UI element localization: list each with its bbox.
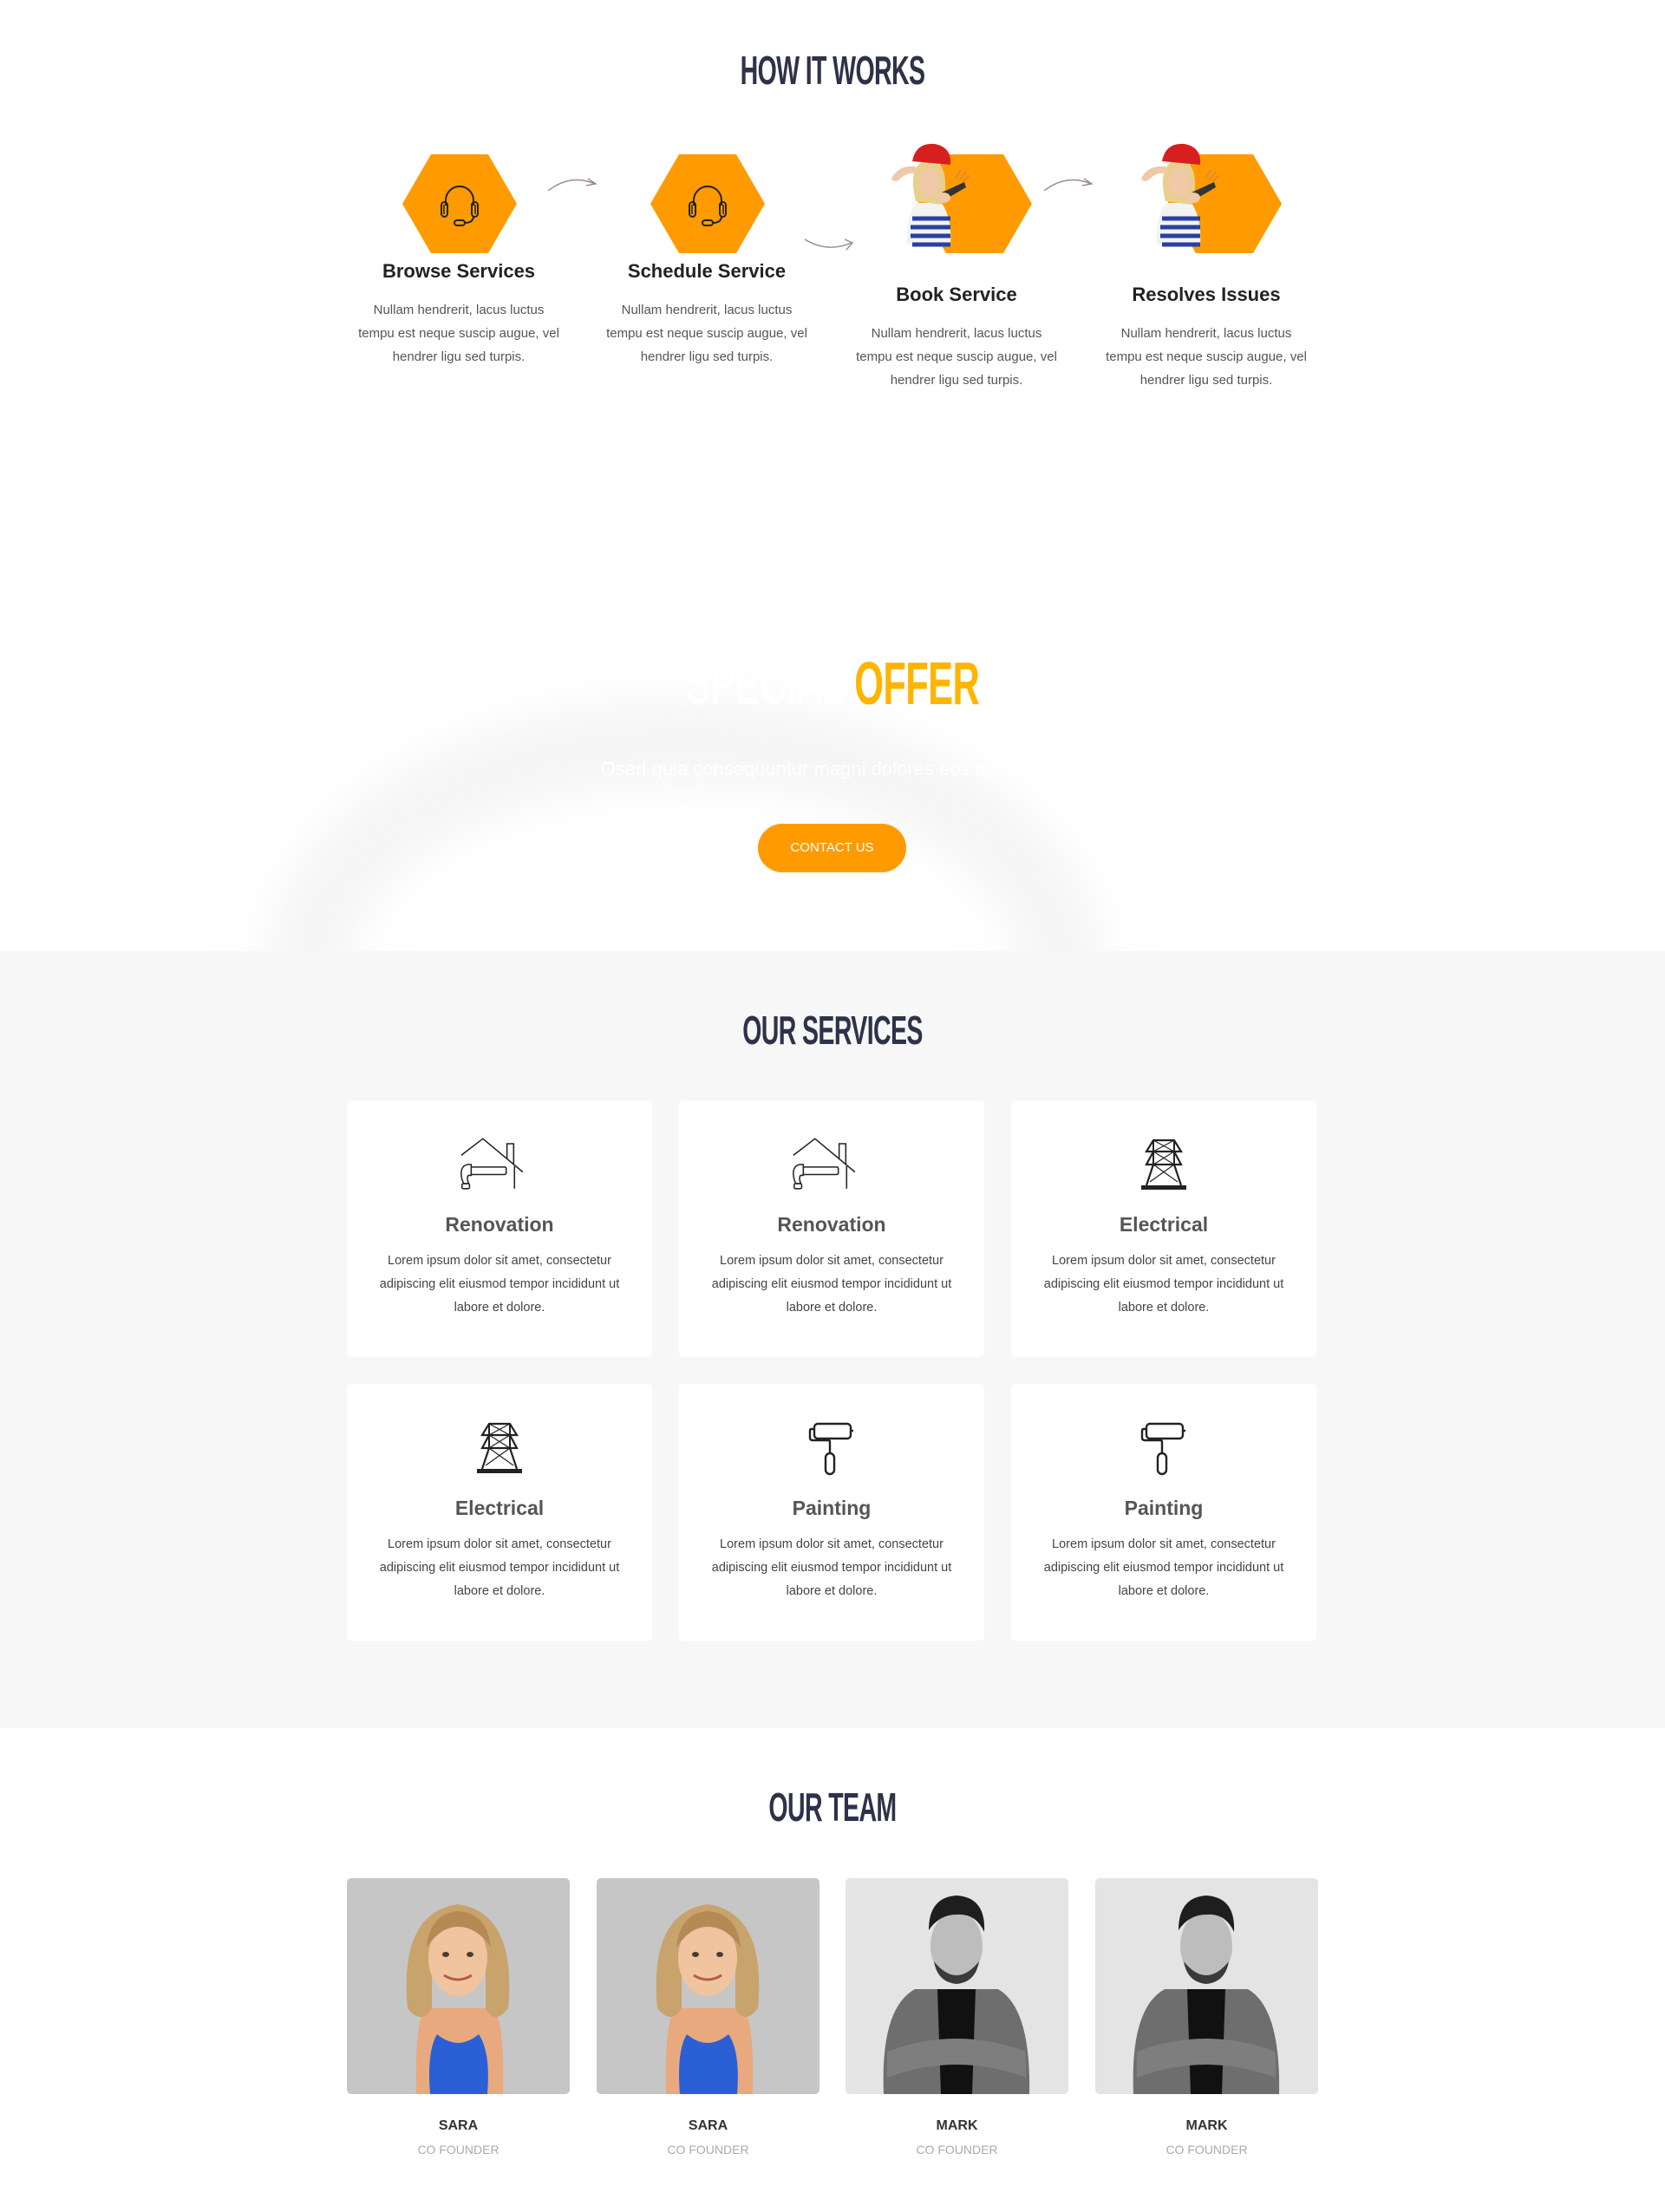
- headset-icon: [682, 178, 734, 230]
- paint-roller-icon: [1136, 1420, 1192, 1476]
- step-title: Browse Services: [382, 260, 536, 282]
- service-card-painting[interactable]: Painting Lorem ipsum dolor sit amet, con…: [679, 1384, 984, 1641]
- service-description: Lorem ipsum dolor sit amet, consectetur …: [711, 1537, 952, 1598]
- step-book-service: Book Service Nullam hendrerit, lacus luc…: [848, 143, 1065, 392]
- contact-us-button[interactable]: CONTACT US: [758, 824, 906, 872]
- offer-subtitle: Osed quia consequuntur magni dolores eos…: [600, 758, 1065, 780]
- member-name: SARA: [438, 2118, 479, 2133]
- offer-title: SPECIAL OFFER: [317, 649, 1348, 718]
- house-hammer-icon: [458, 1137, 541, 1191]
- curved-arrow-icon: [547, 178, 597, 192]
- service-title: Painting: [1124, 1497, 1204, 1519]
- offer-title-accent: OFFER: [854, 649, 980, 717]
- step-browse-services: Browse Services Nullam hendrerit, lacus …: [350, 147, 567, 369]
- service-card-electrical[interactable]: Electrical Lorem ipsum dolor sit amet, c…: [347, 1384, 652, 1641]
- service-description: Lorem ipsum dolor sit amet, consectetur …: [711, 1254, 952, 1315]
- service-description: Lorem ipsum dolor sit amet, consectetur …: [1043, 1254, 1284, 1315]
- member-photo: [347, 1878, 570, 2094]
- member-role: CO FOUNDER: [667, 2143, 749, 2157]
- member-photo: [1095, 1878, 1318, 2094]
- step-resolves-issues: Resolves Issues Nullam hendrerit, lacus …: [1098, 143, 1315, 392]
- offer-title-white: SPECIAL: [685, 649, 855, 717]
- member-name: MARK: [1185, 2118, 1228, 2133]
- service-title: Electrical: [1119, 1213, 1209, 1236]
- service-card-renovation[interactable]: Renovation Lorem ipsum dolor sit amet, c…: [679, 1100, 984, 1357]
- special-offer-section: SPECIAL OFFER Osed quia consequuntur mag…: [0, 538, 1665, 951]
- member-role: CO FOUNDER: [916, 2143, 998, 2157]
- hexagon-badge: [402, 154, 517, 253]
- team-member-card[interactable]: SARA CO FOUNDER: [597, 1878, 819, 2157]
- member-photo: [597, 1878, 819, 2094]
- worker-photo: [1141, 143, 1220, 247]
- step-description: Nullam hendrerit, lacus luctus tempu est…: [1106, 326, 1307, 388]
- hexagon-badge: [650, 154, 765, 253]
- worker-photo: [891, 143, 970, 247]
- member-role: CO FOUNDER: [417, 2143, 500, 2157]
- step-title: Resolves Issues: [1132, 284, 1281, 305]
- house-hammer-icon: [790, 1137, 873, 1191]
- services-title: OUR SERVICES: [742, 1008, 923, 1053]
- how-it-works-section: HOW IT WORKS Browse Services Nullam hend…: [0, 0, 1665, 538]
- service-card-electrical[interactable]: Electrical Lorem ipsum dolor sit amet, c…: [1011, 1100, 1316, 1357]
- power-tower-icon: [1136, 1137, 1192, 1192]
- team-member-card[interactable]: MARK CO FOUNDER: [846, 1878, 1068, 2157]
- service-card-renovation[interactable]: Renovation Lorem ipsum dolor sit amet, c…: [347, 1100, 652, 1357]
- step-schedule-service: Schedule Service Nullam hendrerit, lacus…: [598, 147, 815, 369]
- team-member-card[interactable]: MARK CO FOUNDER: [1095, 1878, 1318, 2157]
- step-title: Schedule Service: [627, 260, 787, 282]
- headset-icon: [434, 178, 486, 230]
- service-title: Electrical: [454, 1497, 545, 1519]
- service-description: Lorem ipsum dolor sit amet, consectetur …: [379, 1537, 620, 1598]
- member-photo: [846, 1878, 1068, 2094]
- team-title: OUR TEAM: [768, 1785, 897, 1830]
- service-description: Lorem ipsum dolor sit amet, consectetur …: [379, 1254, 620, 1315]
- power-tower-icon: [472, 1420, 527, 1476]
- member-name: SARA: [688, 2118, 728, 2133]
- how-it-works-title: HOW IT WORKS: [740, 48, 925, 93]
- member-name: MARK: [936, 2118, 978, 2133]
- service-title: Painting: [792, 1497, 872, 1519]
- step-description: Nullam hendrerit, lacus luctus tempu est…: [856, 326, 1057, 388]
- service-card-painting[interactable]: Painting Lorem ipsum dolor sit amet, con…: [1011, 1384, 1316, 1641]
- team-member-card[interactable]: SARA CO FOUNDER: [347, 1878, 570, 2157]
- background-decoration: [269, 702, 1101, 951]
- team-section: OUR TEAM SARA CO FOUNDER SARA CO FOUNDER…: [0, 1728, 1665, 2212]
- curved-arrow-icon: [1043, 178, 1094, 192]
- step-description: Nullam hendrerit, lacus luctus tempu est…: [606, 303, 807, 364]
- step-title: Book Service: [896, 284, 1017, 305]
- services-section: OUR SERVICES Renovation Lorem ipsum dolo…: [0, 951, 1665, 1728]
- service-description: Lorem ipsum dolor sit amet, consectetur …: [1043, 1537, 1284, 1598]
- member-role: CO FOUNDER: [1166, 2143, 1248, 2157]
- service-title: Renovation: [445, 1213, 554, 1236]
- step-description: Nullam hendrerit, lacus luctus tempu est…: [358, 303, 559, 364]
- service-title: Renovation: [777, 1213, 886, 1236]
- paint-roller-icon: [804, 1420, 859, 1476]
